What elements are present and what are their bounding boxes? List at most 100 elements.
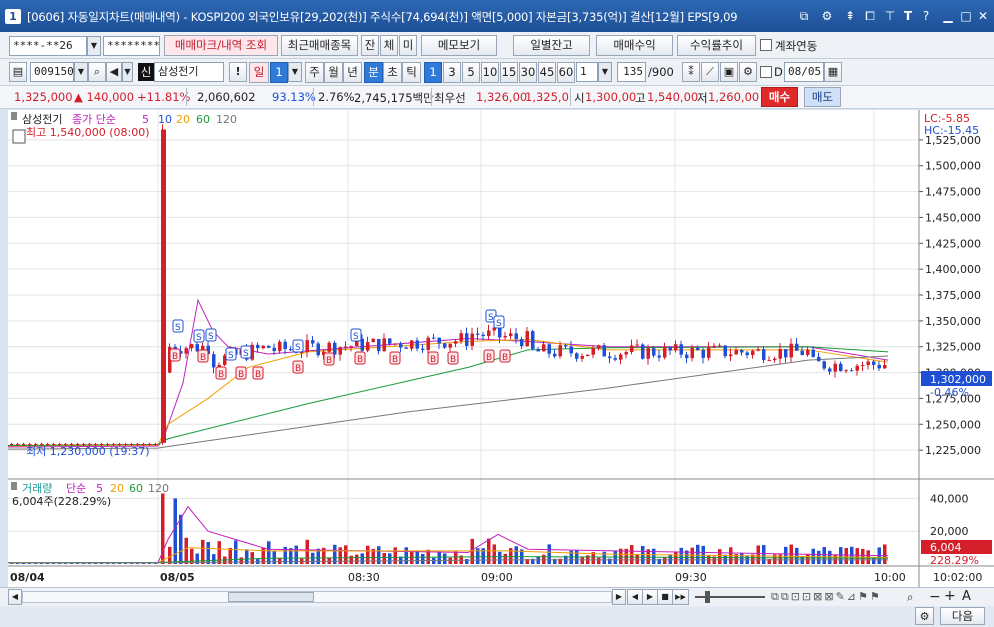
account-link-checkbox[interactable]	[760, 39, 772, 51]
bar-count-input[interactable]: 135	[617, 62, 646, 82]
price-volume-chart[interactable]: SS SS SSSSSB BB B BBB B B B B B B 1,225,0001,250,00…	[7, 110, 994, 587]
volume-bar	[498, 551, 502, 564]
candle-body	[498, 327, 502, 338]
minute-5-button[interactable]: 5	[462, 62, 480, 83]
help-icon[interactable]: ?	[918, 8, 934, 24]
maximize-icon[interactable]: □	[958, 8, 974, 24]
buy-marker-label: B	[295, 364, 301, 374]
buy-marker-label: B	[502, 353, 508, 363]
volume-bar	[360, 553, 364, 564]
minute-3-button[interactable]: 3	[443, 62, 461, 83]
table-icon[interactable]	[12, 129, 26, 144]
period-month-button[interactable]: 월	[324, 62, 343, 83]
price-tick-label: 1,400,000	[925, 263, 981, 276]
password-input[interactable]: ********	[103, 36, 160, 56]
close-icon[interactable]: ✕	[975, 8, 991, 24]
period-minute-button[interactable]: 분	[364, 62, 383, 83]
volume-bar	[723, 554, 727, 564]
trade-profit-button[interactable]: 매매수익	[596, 35, 673, 56]
daily-balance-button[interactable]: 일별잔고	[513, 35, 590, 56]
volume-bar	[844, 548, 848, 564]
balance-button[interactable]: 잔	[361, 35, 379, 56]
volume-bar	[547, 544, 551, 564]
period-second-button[interactable]: 초	[383, 62, 402, 83]
speaker-icon[interactable]: ◀	[106, 62, 122, 82]
candle-body	[344, 346, 348, 348]
candle-body	[613, 358, 617, 360]
font-size-icon[interactable]: A	[962, 589, 971, 604]
candle-body	[591, 347, 595, 355]
chart-tools-icon[interactable]: ⧉⧉⊡⊡⊠⊠✎⊿⚑⚑	[771, 590, 882, 604]
layout-icon[interactable]: ▤	[9, 62, 27, 82]
settings-icon[interactable]: ⚙	[739, 62, 757, 82]
minute-60-button[interactable]: 60	[557, 62, 575, 83]
settings-gear-icon[interactable]: ⚙	[915, 607, 934, 625]
day-button[interactable]: 일	[249, 62, 269, 83]
recent-trades-button[interactable]: 최근매매종목	[281, 35, 358, 56]
account-input[interactable]: ****-**26	[9, 36, 87, 56]
scroll-thumb[interactable]	[228, 592, 314, 602]
save-icon[interactable]: ▣	[720, 62, 738, 82]
candle-body	[674, 344, 678, 351]
horizontal-scrollbar[interactable]	[22, 591, 612, 603]
stock-name-field[interactable]: 삼성전기	[154, 62, 224, 82]
buy-button[interactable]: 매수	[761, 87, 798, 107]
chevron-down-icon[interactable]: ▼	[598, 62, 612, 82]
minute-45-button[interactable]: 45	[538, 62, 556, 83]
chevron-down-icon[interactable]: ▼	[74, 62, 88, 82]
pushpin-icon[interactable]: ⊤	[882, 8, 898, 24]
executed-button[interactable]: 체	[380, 35, 398, 56]
next-icon[interactable]: ▶▶	[672, 589, 689, 605]
scroll-left-icon[interactable]: ◀	[8, 589, 22, 605]
interval-field[interactable]: 1	[270, 62, 288, 83]
play-icon[interactable]: ▶	[642, 589, 658, 605]
date-checkbox[interactable]	[760, 66, 772, 78]
return-trend-button[interactable]: 수익률추이	[677, 35, 756, 56]
zoom-in-icon[interactable]: +	[944, 588, 956, 604]
chevron-down-icon[interactable]: ▼	[122, 62, 133, 82]
memo-button[interactable]: 메모보기	[421, 35, 497, 56]
speed-slider-handle[interactable]	[705, 591, 710, 603]
search-icon[interactable]: ⌕	[88, 62, 106, 82]
minute-15-button[interactable]: 15	[500, 62, 518, 83]
draw-line-icon[interactable]: ⟋	[701, 62, 719, 82]
pin-icon[interactable]: ⇞	[842, 8, 858, 24]
scroll-right-icon[interactable]: ▶	[612, 589, 626, 605]
link-icon[interactable]: ⧉	[796, 8, 812, 24]
trade-mark-query-button[interactable]: 매매마크/내역 조회	[164, 35, 278, 56]
minute-10-button[interactable]: 10	[481, 62, 499, 83]
unfilled-button[interactable]: 미	[399, 35, 417, 56]
candle-body	[421, 348, 425, 351]
period-year-button[interactable]: 년	[343, 62, 362, 83]
account-link-label: 계좌연동	[775, 39, 818, 53]
price-tick-label: 1,500,000	[925, 160, 981, 173]
calendar-icon[interactable]: ▦	[824, 62, 842, 82]
zoom-out-icon[interactable]: −	[929, 589, 941, 605]
volume-bar	[393, 547, 397, 564]
next-page-button[interactable]: 다음	[940, 607, 985, 625]
minimize-icon[interactable]: ▁	[940, 8, 956, 24]
period-tick-button[interactable]: 틱	[402, 62, 421, 83]
minute-30-button[interactable]: 30	[519, 62, 537, 83]
alert-icon[interactable]: !	[229, 62, 247, 82]
date-input[interactable]: 08/05	[784, 62, 824, 82]
candle-body	[707, 347, 711, 358]
stock-code-input[interactable]: 009150	[30, 62, 74, 82]
sell-button[interactable]: 매도	[804, 87, 841, 107]
candle-body	[547, 344, 551, 354]
minute-1-button[interactable]: 1	[424, 62, 442, 83]
chevron-down-icon[interactable]: ▼	[87, 36, 101, 56]
gear-icon[interactable]: ⚙	[819, 8, 835, 24]
stop-icon[interactable]: ■	[657, 589, 673, 605]
chevron-down-icon[interactable]: ▼	[288, 62, 302, 82]
prev-icon[interactable]: ◀	[627, 589, 643, 605]
volume-bar	[305, 539, 309, 564]
chart-area[interactable]: SSSSSSSSSBBBBBBBBBBBBB 1,225,000 1,250,00…	[7, 110, 994, 587]
count-input[interactable]: 1	[576, 62, 598, 82]
volume-bar	[179, 514, 183, 564]
font-icon[interactable]: T	[900, 8, 916, 24]
window-icon[interactable]: ⧠	[862, 8, 878, 24]
zoom-icon[interactable]: ⌕	[907, 590, 913, 605]
indicator-icon[interactable]: ⁑	[682, 62, 700, 82]
period-week-button[interactable]: 주	[305, 62, 324, 83]
